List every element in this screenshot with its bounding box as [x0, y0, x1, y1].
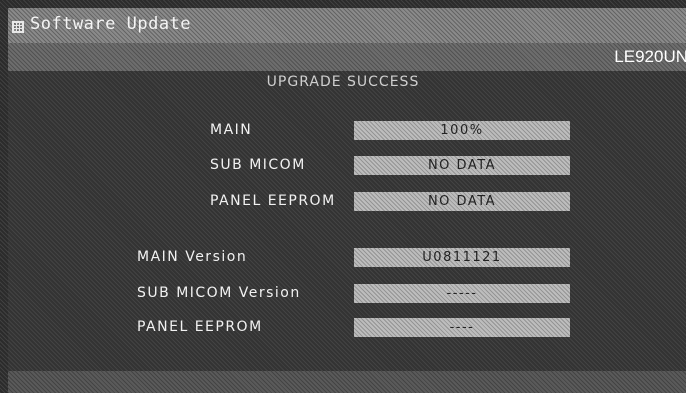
panel-eeprom-progress-field: NO DATA: [354, 192, 570, 211]
main-version-field: U0811121: [354, 248, 570, 267]
panel-eeprom-label: PANEL EEPROM: [210, 193, 336, 209]
main-progress-field: 100%: [354, 121, 570, 140]
main-label: MAIN: [210, 122, 253, 138]
panel-eeprom-version-label: PANEL EEPROM: [137, 319, 263, 335]
model-bar: LE920UN: [8, 43, 686, 71]
window-title: Software Update: [30, 14, 192, 34]
grid-icon: [12, 21, 24, 33]
model-name: LE920UN: [614, 47, 686, 66]
title-bar: Software Update: [8, 8, 686, 43]
sub-micom-label: SUB MICOM: [210, 157, 306, 173]
upgrade-status: UPGRADE SUCCESS: [266, 74, 420, 90]
sub-micom-version-field: -----: [354, 284, 570, 303]
update-panel: [8, 71, 686, 371]
sub-micom-progress-field: NO DATA: [354, 156, 570, 175]
panel-eeprom-version-field: ----: [354, 318, 570, 337]
bottom-bar: [8, 371, 686, 393]
main-version-label: MAIN Version: [137, 249, 248, 265]
sub-micom-version-label: SUB MICOM Version: [137, 285, 301, 301]
